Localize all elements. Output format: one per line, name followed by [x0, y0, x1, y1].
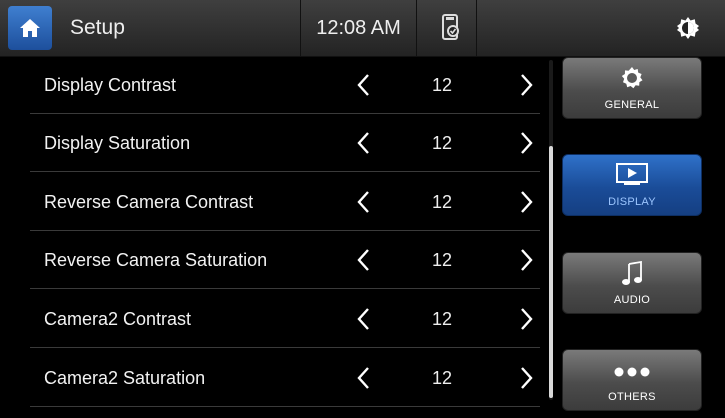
- setting-row: Reverse Camera Saturation 12: [30, 231, 540, 289]
- brightness-icon[interactable]: [676, 16, 700, 45]
- nav-label: DISPLAY: [608, 196, 656, 208]
- nav-button-audio[interactable]: AUDIO: [562, 252, 702, 314]
- decrease-button[interactable]: [348, 127, 378, 159]
- setting-value: 12: [431, 75, 453, 95]
- home-icon: [20, 19, 40, 37]
- setting-label: Camera2 Contrast: [44, 309, 192, 329]
- decrease-button[interactable]: [348, 303, 378, 335]
- decrease-button[interactable]: [348, 69, 378, 101]
- row-divider: [30, 288, 540, 289]
- header-divider: [416, 0, 417, 56]
- chevron-left-icon: [357, 367, 369, 389]
- setting-value: 12: [431, 309, 453, 329]
- setting-row: Camera2 Saturation 12: [30, 349, 540, 407]
- setting-value: 12: [431, 250, 453, 270]
- gear-icon: [563, 66, 701, 90]
- home-button[interactable]: [8, 6, 52, 50]
- setting-row: Display Saturation 12: [30, 114, 540, 172]
- page-title: Setup: [70, 16, 125, 39]
- nav-label: AUDIO: [613, 294, 651, 306]
- row-divider: [30, 171, 540, 172]
- chevron-right-icon: [521, 132, 533, 154]
- setting-label: Reverse Camera Contrast: [44, 192, 254, 212]
- nav-label: OTHERS: [608, 391, 656, 403]
- increase-button[interactable]: [512, 186, 542, 218]
- chevron-left-icon: [357, 308, 369, 330]
- chevron-right-icon: [521, 249, 533, 271]
- setting-label: Display Saturation: [44, 133, 191, 153]
- setting-value: 12: [431, 133, 453, 153]
- header-divider: [476, 0, 477, 56]
- setting-row: Camera2 Contrast 12: [30, 290, 540, 348]
- chevron-left-icon: [357, 132, 369, 154]
- increase-button[interactable]: [512, 303, 542, 335]
- chevron-left-icon: [357, 249, 369, 271]
- setting-row: Display Contrast 12: [30, 56, 540, 114]
- setting-label: Reverse Camera Saturation: [44, 250, 268, 270]
- phone-link-icon[interactable]: [440, 13, 462, 48]
- setting-row: Reverse Camera Contrast 12: [30, 173, 540, 231]
- nav-label: GENERAL: [604, 99, 660, 111]
- setting-label: Camera2 Saturation: [44, 368, 206, 388]
- more-dots-icon: [563, 366, 701, 378]
- chevron-right-icon: [521, 367, 533, 389]
- increase-button[interactable]: [512, 127, 542, 159]
- chevron-right-icon: [521, 308, 533, 330]
- chevron-left-icon: [357, 191, 369, 213]
- music-note-icon: [563, 261, 701, 287]
- setting-label: Display Contrast: [44, 75, 177, 95]
- decrease-button[interactable]: [348, 186, 378, 218]
- decrease-button[interactable]: [348, 244, 378, 276]
- row-divider: [30, 406, 540, 407]
- increase-button[interactable]: [512, 362, 542, 394]
- decrease-button[interactable]: [348, 362, 378, 394]
- nav-button-general[interactable]: GENERAL: [562, 57, 702, 119]
- scrollbar-thumb[interactable]: [549, 146, 553, 398]
- display-icon: [563, 163, 701, 185]
- chevron-right-icon: [521, 191, 533, 213]
- chevron-right-icon: [521, 74, 533, 96]
- nav-button-others[interactable]: OTHERS: [562, 349, 702, 411]
- setting-value: 12: [431, 368, 453, 388]
- clock: 12:08 AM: [316, 17, 401, 39]
- row-divider: [30, 347, 540, 348]
- increase-button[interactable]: [512, 69, 542, 101]
- header-bar: Setup 12:08 AM: [0, 0, 725, 57]
- increase-button[interactable]: [512, 244, 542, 276]
- chevron-left-icon: [357, 74, 369, 96]
- nav-button-display[interactable]: DISPLAY: [562, 154, 702, 216]
- setting-value: 12: [431, 192, 453, 212]
